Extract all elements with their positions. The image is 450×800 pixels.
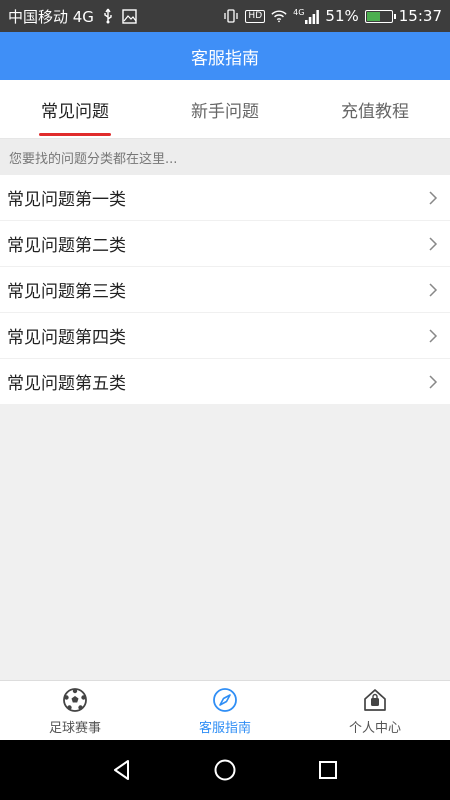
nav-customer-guide[interactable]: 客服指南	[150, 681, 300, 741]
nav-personal-center[interactable]: 个人中心	[300, 681, 450, 741]
title-bar: 客服指南	[0, 32, 450, 80]
nav-label: 个人中心	[348, 720, 401, 736]
tab-label: 充值教程	[341, 101, 409, 122]
tab-beginner-questions[interactable]: 新手问题	[150, 80, 300, 138]
list-item-label: 常见问题第四类	[7, 328, 126, 348]
carrier-label: 中国移动 4G	[8, 7, 94, 26]
nav-football-events[interactable]: 足球赛事	[0, 681, 150, 741]
nav-label: 客服指南	[198, 720, 251, 736]
status-right: HD 4G 51% 15:37	[223, 0, 442, 32]
home-button[interactable]	[209, 754, 241, 786]
list-item[interactable]: 常见问题第二类	[0, 221, 450, 267]
system-nav-bar	[0, 740, 450, 800]
chevron-right-icon	[429, 190, 438, 205]
signal-icon	[305, 10, 320, 24]
tab-label: 常见问题	[41, 101, 109, 122]
status-bar: 中国移动 4G HD 4G 51% 15:37	[0, 0, 450, 32]
tab-bar: 常见问题 新手问题 充值教程	[0, 80, 450, 139]
tab-common-questions[interactable]: 常见问题	[0, 80, 150, 138]
category-list: 常见问题第一类 常见问题第二类 常见问题第三类 常见问题第四类 常见问题第五类	[0, 175, 450, 405]
soccer-ball-icon	[63, 687, 87, 712]
list-item-label: 常见问题第三类	[7, 282, 126, 302]
battery-icon	[364, 9, 396, 23]
list-item[interactable]: 常见问题第一类	[0, 175, 450, 221]
vibrate-icon	[223, 8, 239, 24]
page-title: 客服指南	[191, 48, 259, 69]
chevron-right-icon	[429, 282, 438, 297]
recents-square-icon	[319, 761, 338, 779]
chevron-right-icon	[429, 236, 438, 251]
back-button[interactable]	[106, 754, 138, 786]
hint-text: 您要找的问题分类都在这里...	[9, 151, 178, 167]
tab-recharge-tutorial[interactable]: 充值教程	[300, 80, 450, 138]
back-triangle-icon	[113, 760, 129, 780]
compass-icon	[213, 687, 237, 712]
list-item-label: 常见问题第一类	[7, 190, 126, 210]
status-left: 中国移动 4G	[8, 0, 138, 32]
image-icon	[122, 8, 138, 24]
list-item[interactable]: 常见问题第三类	[0, 267, 450, 313]
recents-button[interactable]	[312, 754, 344, 786]
nav-label: 足球赛事	[48, 720, 101, 736]
bottom-nav: 足球赛事 客服指南 个人中心	[0, 680, 450, 741]
network-badge: 4G	[293, 8, 305, 17]
list-item-label: 常见问题第二类	[7, 236, 126, 256]
category-hint: 您要找的问题分类都在这里...	[0, 139, 450, 175]
list-item[interactable]: 常见问题第四类	[0, 313, 450, 359]
list-item[interactable]: 常见问题第五类	[0, 359, 450, 405]
wifi-icon	[271, 8, 287, 24]
usb-icon	[100, 8, 116, 24]
chevron-right-icon	[429, 328, 438, 343]
signal-indicator: 4G	[293, 8, 320, 24]
home-circle-icon	[214, 759, 236, 781]
hd-badge: HD	[245, 9, 266, 23]
clock: 15:37	[398, 7, 442, 25]
list-item-label: 常见问题第五类	[7, 374, 126, 394]
chevron-right-icon	[429, 374, 438, 389]
house-bag-icon	[364, 688, 386, 711]
tab-label: 新手问题	[191, 101, 259, 122]
battery-percent: 51%	[325, 7, 359, 25]
